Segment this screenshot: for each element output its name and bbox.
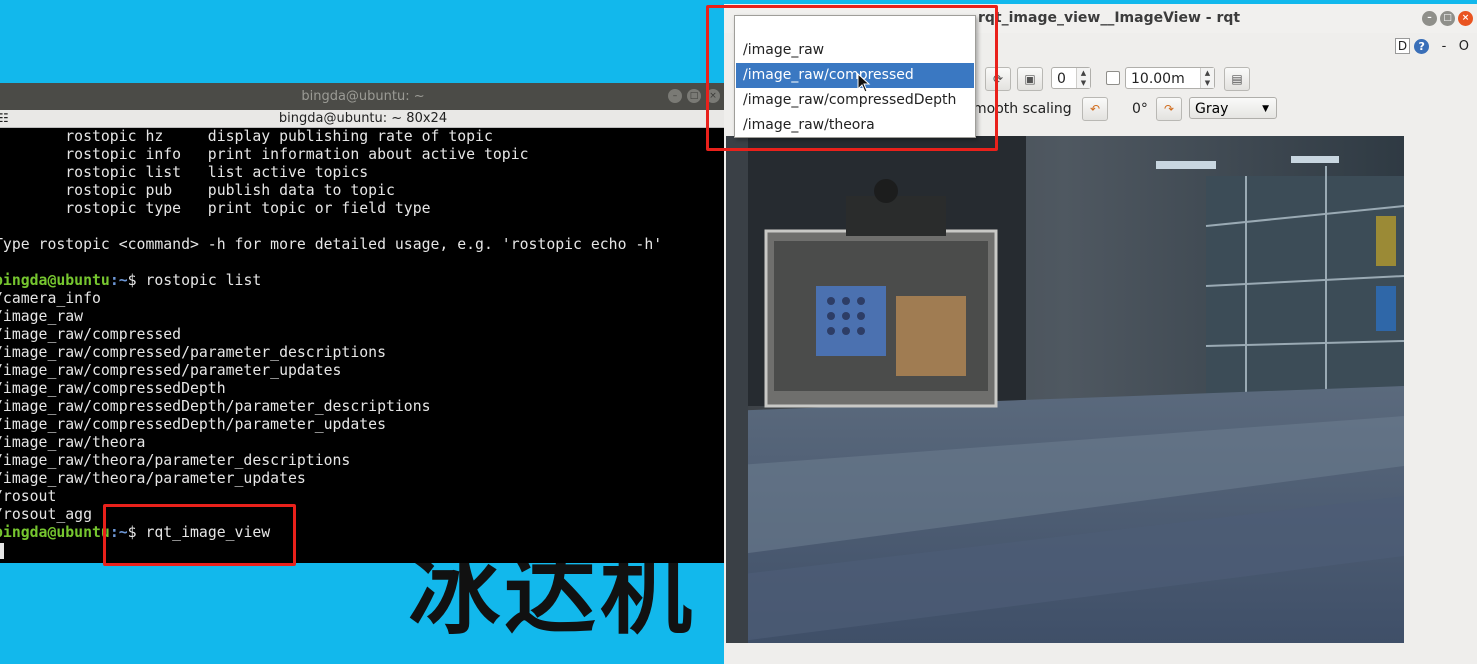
plugin-help-bar: D ? - O — [1394, 38, 1469, 54]
color-scheme-select[interactable]: Gray ▼ — [1189, 97, 1277, 119]
maximize-icon[interactable]: □ — [687, 89, 701, 103]
minimize-icon[interactable]: – — [1422, 11, 1437, 26]
dock-button[interactable]: D — [1394, 38, 1411, 54]
timeout-input[interactable]: 10.00m ▲ ▼ — [1125, 67, 1215, 89]
camera-image-view[interactable] — [726, 136, 1404, 643]
terminal-line: rostopic pub publish data to topic — [0, 182, 395, 199]
terminal-line: /image_raw/compressed — [0, 326, 182, 343]
highlight-box-dropdown — [706, 5, 998, 151]
terminal-line: bingda@ubuntu:~$ rostopic list — [0, 272, 726, 290]
spin-arrows-icon[interactable]: ▲ ▼ — [1200, 68, 1214, 88]
terminal-line: /image_raw — [0, 308, 84, 325]
terminal-line: /image_raw/compressedDepth — [0, 380, 226, 397]
terminal-tabbar: ☷ bingda@ubuntu: ~ 80x24 — [0, 110, 726, 128]
rotate-left-icon[interactable]: ↶ — [1082, 97, 1108, 121]
terminal-line: /image_raw/compressed/parameter_descript… — [0, 344, 386, 361]
spin-value-input[interactable]: 0 ▲ ▼ — [1051, 67, 1091, 89]
minimize-plugin-button[interactable]: - — [1442, 39, 1447, 54]
terminal-line: rostopic type print topic or field type — [0, 200, 431, 217]
terminal-title: bingda@ubuntu: ~ — [301, 89, 425, 104]
terminal-line: /camera_info — [0, 290, 101, 307]
terminal-line: Type rostopic <command> -h for more deta… — [0, 236, 663, 253]
terminal-titlebar[interactable]: bingda@ubuntu: ~ – □ × — [0, 83, 726, 110]
rqt-title: rqt_image_view__ImageView - rqt — [978, 10, 1241, 26]
prompt-path: :~ — [109, 272, 128, 289]
save-image-icon[interactable]: ▤ — [1224, 67, 1250, 91]
terminal-cursor — [0, 543, 4, 559]
terminal-subtitle: bingda@ubuntu: ~ 80x24 — [278, 111, 448, 126]
terminal-line: /image_raw/theora/parameter_updates — [0, 470, 306, 487]
terminal-line: rostopic info print information about ac… — [0, 146, 529, 163]
prompt-user: bingda@ubuntu — [0, 272, 110, 289]
chevron-down-icon: ▼ — [1262, 104, 1269, 114]
timeout-checkbox[interactable] — [1106, 71, 1120, 85]
rotate-right-icon[interactable]: ↷ — [1156, 97, 1182, 121]
maximize-icon[interactable]: □ — [1440, 11, 1455, 26]
minimize-icon[interactable]: – — [668, 89, 682, 103]
terminal-line: /image_raw/compressed/parameter_updates — [0, 362, 342, 379]
close-plugin-button[interactable]: O — [1459, 39, 1469, 54]
terminal-menu-icon[interactable]: ☷ — [0, 110, 9, 127]
rotation-label: 0° — [1132, 101, 1148, 117]
camera-image — [726, 136, 1404, 643]
terminal-line: /image_raw/compressedDepth/parameter_upd… — [0, 416, 386, 433]
prompt-user: bingda@ubuntu — [0, 524, 110, 541]
spin-arrows-icon[interactable]: ▲ ▼ — [1076, 68, 1090, 88]
help-icon[interactable]: ? — [1414, 39, 1430, 54]
terminal-line: /image_raw/theora — [0, 434, 146, 451]
zoom-fit-icon[interactable]: ▣ — [1017, 67, 1043, 91]
highlight-box-command — [103, 504, 296, 566]
prompt-command: $ rostopic list — [127, 272, 262, 289]
terminal-output[interactable]: rostopic hz display publishing rate of t… — [0, 128, 726, 563]
terminal-window: bingda@ubuntu: ~ – □ × ☷ bingda@ubuntu: … — [0, 83, 726, 563]
terminal-line: /image_raw/compressedDepth/parameter_des… — [0, 398, 431, 415]
terminal-line: rostopic hz display publishing rate of t… — [0, 128, 493, 145]
terminal-line: /image_raw/theora/parameter_descriptions — [0, 452, 351, 469]
terminal-line: rostopic list list active topics — [0, 164, 369, 181]
close-icon[interactable]: × — [1458, 11, 1473, 26]
